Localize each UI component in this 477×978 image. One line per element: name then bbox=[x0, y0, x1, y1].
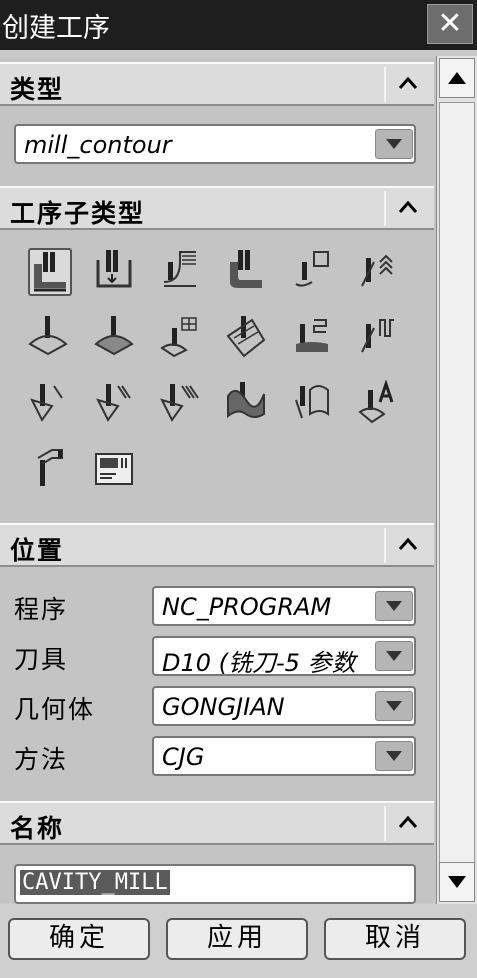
dropdown-arrow-icon[interactable] bbox=[375, 691, 413, 721]
scroll-down-button[interactable] bbox=[439, 862, 475, 902]
dropdown-arrow-icon[interactable] bbox=[375, 129, 413, 159]
mill-control-icon[interactable] bbox=[94, 446, 138, 494]
section-header-position[interactable]: 位置 bbox=[0, 523, 434, 567]
contour-area-non-steep-icon[interactable] bbox=[292, 314, 336, 362]
close-button[interactable]: ✕ bbox=[427, 4, 473, 44]
section-label-position: 位置 bbox=[10, 536, 65, 565]
program-dropdown[interactable]: NC_PROGRAM bbox=[152, 586, 416, 626]
tool-label: 刀具 bbox=[14, 645, 69, 674]
plunge-milling-icon[interactable] bbox=[94, 248, 138, 296]
tool-dropdown[interactable]: D10 (铣刀-5 参数 bbox=[152, 636, 416, 677]
section-label-type: 类型 bbox=[10, 75, 65, 104]
geometry-value: GONGJIAN bbox=[162, 693, 285, 721]
collapse-type-button[interactable] bbox=[384, 67, 430, 102]
cavity-mill-icon[interactable] bbox=[28, 248, 72, 296]
section-header-type[interactable]: 类型 bbox=[0, 62, 434, 106]
profile-3d-icon[interactable] bbox=[292, 380, 336, 428]
contour-area-dir-steep-icon[interactable] bbox=[358, 314, 402, 362]
contour-text-icon[interactable] bbox=[358, 379, 402, 428]
geometry-label: 几何体 bbox=[14, 695, 96, 724]
section-label-subtype: 工序子类型 bbox=[10, 199, 146, 228]
section-header-name[interactable]: 名称 bbox=[0, 801, 434, 845]
zlevel-profile-icon[interactable] bbox=[292, 248, 336, 296]
dropdown-arrow-icon[interactable] bbox=[375, 591, 413, 621]
program-value: NC_PROGRAM bbox=[162, 593, 332, 621]
method-label: 方法 bbox=[14, 745, 69, 774]
name-value: CAVITY_MILL bbox=[20, 870, 170, 895]
type-dropdown[interactable]: mill_contour bbox=[14, 124, 416, 164]
rest-milling-icon[interactable] bbox=[226, 248, 270, 296]
scroll-thumb[interactable] bbox=[439, 102, 475, 892]
flowcut-single-icon[interactable] bbox=[28, 380, 72, 428]
window-title: 创建工序 bbox=[2, 13, 110, 44]
contour-area-icon[interactable] bbox=[94, 314, 138, 362]
flowcut-ref-tool-icon[interactable] bbox=[160, 380, 204, 428]
name-input[interactable]: CAVITY_MILL bbox=[14, 864, 416, 904]
type-value: mill_contour bbox=[24, 131, 172, 159]
collapse-position-button[interactable] bbox=[384, 528, 430, 563]
apply-button[interactable]: 应用 bbox=[166, 918, 308, 960]
cancel-button[interactable]: 取消 bbox=[324, 918, 466, 960]
program-label: 程序 bbox=[14, 595, 69, 624]
chevron-up-icon bbox=[398, 537, 418, 550]
contour-surface-area-icon[interactable] bbox=[160, 314, 204, 362]
method-dropdown[interactable]: CJG bbox=[152, 736, 416, 776]
vertical-scrollbar[interactable] bbox=[436, 56, 477, 904]
chevron-up-icon bbox=[398, 76, 418, 89]
section-header-subtype[interactable]: 工序子类型 bbox=[0, 186, 434, 230]
chevron-up-icon bbox=[398, 815, 418, 828]
mill-user-icon[interactable] bbox=[28, 446, 72, 494]
corner-rough-icon[interactable] bbox=[160, 248, 204, 296]
dropdown-arrow-icon[interactable] bbox=[375, 741, 413, 771]
flowcut-multiple-icon[interactable] bbox=[94, 380, 138, 428]
collapse-subtype-button[interactable] bbox=[384, 191, 430, 226]
collapse-name-button[interactable] bbox=[384, 806, 430, 841]
zlevel-corner-icon[interactable] bbox=[358, 248, 402, 296]
geometry-dropdown[interactable]: GONGJIAN bbox=[152, 686, 416, 726]
solid-profile-3d-icon[interactable] bbox=[226, 380, 270, 428]
chevron-up-icon bbox=[398, 200, 418, 213]
title-bar: 创建工序 ✕ bbox=[0, 0, 477, 50]
dropdown-arrow-icon[interactable] bbox=[375, 641, 413, 671]
fixed-contour-icon[interactable] bbox=[28, 314, 72, 362]
close-icon: ✕ bbox=[437, 6, 463, 41]
triangle-down-icon bbox=[448, 876, 466, 888]
scroll-up-button[interactable] bbox=[439, 58, 475, 98]
streamline-icon[interactable] bbox=[226, 314, 270, 362]
method-value: CJG bbox=[162, 743, 205, 771]
subtype-icon-grid bbox=[28, 248, 418, 508]
section-label-name: 名称 bbox=[10, 814, 65, 843]
ok-button[interactable]: 确定 bbox=[8, 918, 150, 960]
tool-value: D10 (铣刀-5 参数 bbox=[162, 649, 356, 677]
dialog-footer: 确定 应用 取消 bbox=[0, 904, 477, 978]
triangle-up-icon bbox=[448, 72, 466, 84]
